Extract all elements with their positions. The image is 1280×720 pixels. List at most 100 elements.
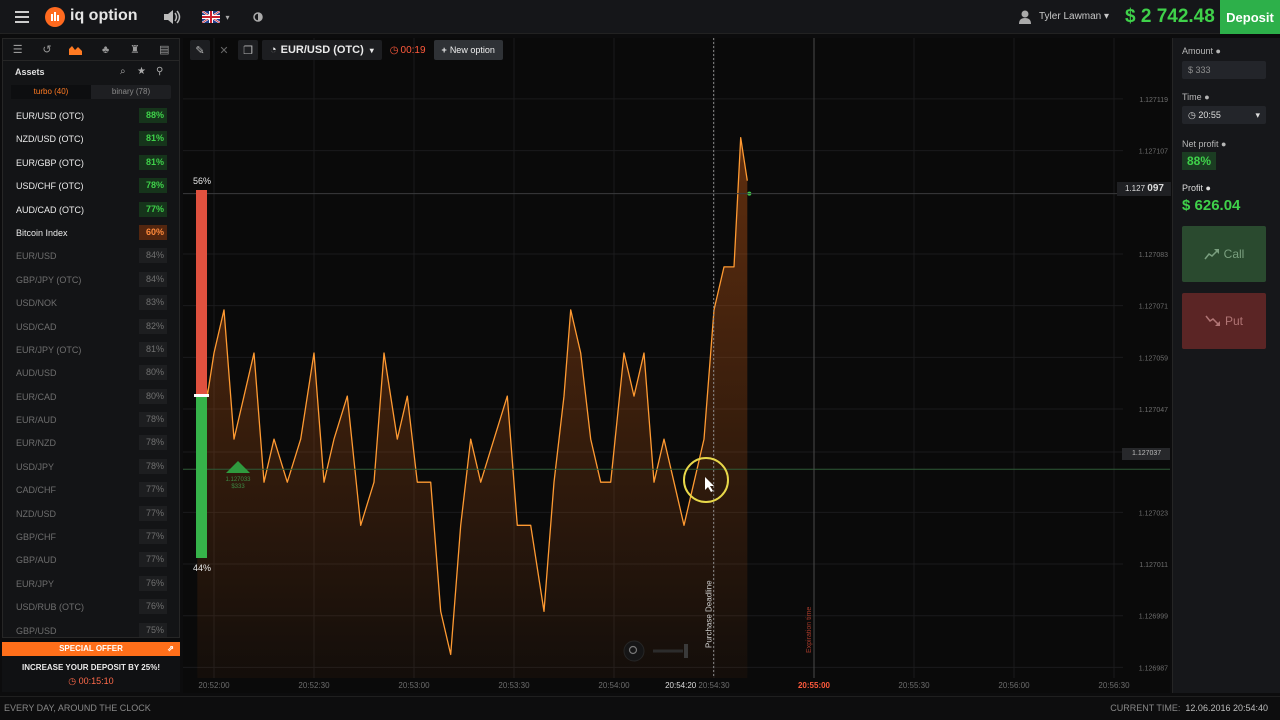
asset-name: EUR/JPY (OTC) <box>16 344 82 355</box>
chart-tab-icon[interactable] <box>62 39 91 60</box>
user-name[interactable]: Tyler Lawman ▾ <box>1039 11 1109 22</box>
asset-row[interactable]: GBP/JPY (OTC) 84% <box>3 269 179 292</box>
asset-row[interactable]: EUR/JPY 76% <box>3 573 179 596</box>
zoom-handle <box>684 644 688 658</box>
asset-name: CAD/CHF <box>16 485 56 496</box>
star-icon[interactable]: ★ <box>137 66 146 77</box>
asset-row[interactable]: GBP/USD 75% <box>3 620 179 637</box>
profit-value: $ 626.04 <box>1182 197 1241 214</box>
asset-row[interactable]: EUR/CAD 80% <box>3 386 179 409</box>
asset-row[interactable]: USD/CAD 82% <box>3 316 179 339</box>
put-percent: 56% <box>193 176 211 186</box>
asset-name: GBP/CHF <box>16 532 57 543</box>
y-tick-label: 1.127047 <box>1139 407 1168 414</box>
chevron-down-icon: ▾ <box>225 12 230 22</box>
call-percent: 44% <box>193 563 211 573</box>
clock-icon: ◷ <box>1188 110 1196 120</box>
language-flag-icon[interactable]: ▾ <box>200 6 232 28</box>
asset-name: GBP/USD <box>16 625 57 636</box>
info-icon: ● <box>1215 46 1221 56</box>
asset-payout: 78% <box>139 435 167 451</box>
x-tick-label: 20:53:30 <box>498 681 530 690</box>
sound-icon[interactable] <box>162 6 184 28</box>
binary-tab[interactable]: binary (78) <box>91 85 171 99</box>
asset-row[interactable]: AUD/USD 80% <box>3 362 179 385</box>
asset-row[interactable]: Bitcoin Index 60% <box>3 222 179 245</box>
asset-name: USD/JPY <box>16 461 55 472</box>
turbo-tab[interactable]: turbo (40) <box>11 85 91 99</box>
special-offer[interactable]: SPECIAL OFFER ⇗ INCREASE YOUR DEPOSIT BY… <box>2 642 180 692</box>
y-tick-label: 1.127083 <box>1139 252 1168 259</box>
asset-payout: 83% <box>139 295 167 311</box>
trophy-icon[interactable]: ♜ <box>120 39 149 60</box>
asset-row[interactable]: EUR/GBP (OTC) 81% <box>3 152 179 175</box>
assets-title: Assets <box>15 67 45 77</box>
asset-payout: 80% <box>139 365 167 381</box>
assets-panel: ☰ ↺ ♣ ♜ ▤ Assets ⌕ ★ ⚲ turbo (40) binary… <box>2 38 180 638</box>
history-icon[interactable]: ↺ <box>32 39 61 60</box>
asset-row[interactable]: CAD/CHF 77% <box>3 479 179 502</box>
pair-selector[interactable]: ◔ EUR/USD (OTC) ▾ <box>262 40 382 60</box>
price-area <box>197 137 748 678</box>
asset-payout: 78% <box>139 412 167 428</box>
asset-row[interactable]: EUR/AUD 78% <box>3 409 179 432</box>
asset-row[interactable]: GBP/CHF 77% <box>3 526 179 549</box>
search-icon[interactable]: ⌕ <box>120 66 126 77</box>
asset-row[interactable]: EUR/USD (OTC) 88% <box>3 105 179 128</box>
time-select[interactable]: ◷ 20:55 ▾ <box>1182 106 1266 124</box>
users-icon[interactable]: ♣ <box>91 39 120 60</box>
asset-payout: 81% <box>139 154 167 170</box>
asset-row[interactable]: USD/JPY 78% <box>3 456 179 479</box>
time-label: Time ● <box>1182 92 1210 102</box>
call-button[interactable]: Call <box>1182 226 1266 282</box>
asset-name: Bitcoin Index <box>16 227 68 238</box>
copy-icon[interactable]: ❐ <box>238 40 258 60</box>
put-sentiment-bar <box>196 190 207 396</box>
deposit-button[interactable]: Deposit <box>1220 0 1280 34</box>
asset-payout: 78% <box>139 458 167 474</box>
asset-row[interactable]: AUD/CAD (OTC) 77% <box>3 199 179 222</box>
pin-icon[interactable]: ⚲ <box>156 66 163 77</box>
asset-name: EUR/AUD <box>16 415 57 426</box>
menu-icon[interactable] <box>12 6 32 28</box>
offer-text: INCREASE YOUR DEPOSIT BY 25%! <box>22 663 160 672</box>
chevron-down-icon: ▾ <box>369 45 374 55</box>
asset-name: USD/CHF (OTC) <box>16 181 84 192</box>
new-option-button[interactable]: + New option <box>433 40 503 60</box>
y-tick-label: 1.126999 <box>1139 614 1168 621</box>
x-tick-label: 20:56:30 <box>1098 681 1130 690</box>
asset-row[interactable]: NZD/USD (OTC) 81% <box>3 128 179 151</box>
amount-input[interactable]: $ 333 <box>1182 61 1266 79</box>
logo-text: iq option <box>70 7 138 24</box>
info-icon: ● <box>1205 183 1211 193</box>
asset-row[interactable]: USD/NOK 83% <box>3 292 179 315</box>
clock-icon: ◷ <box>389 44 399 56</box>
current-price-tag: 1.127 097 <box>1117 182 1171 196</box>
asset-name: EUR/USD <box>16 251 57 262</box>
asset-row[interactable]: EUR/USD 84% <box>3 245 179 268</box>
asset-row[interactable]: EUR/JPY (OTC) 81% <box>3 339 179 362</box>
asset-name: EUR/USD (OTC) <box>16 111 84 121</box>
zoom-icon <box>623 640 645 662</box>
menu-icon[interactable]: ☰ <box>3 39 32 60</box>
pencil-icon[interactable]: ✎ <box>190 40 210 60</box>
panel-tabs: ☰ ↺ ♣ ♜ ▤ <box>3 39 179 61</box>
news-icon[interactable]: ▤ <box>150 39 179 60</box>
x-tick-label: 20:54:20 <box>665 681 697 690</box>
brightness-icon[interactable] <box>250 6 266 28</box>
price-chart[interactable]: 20:52:00 20:52:30 20:53:00 20:53:30 20:54:00… <box>183 38 1170 693</box>
chart-area[interactable]: 20:52:00 20:52:30 20:53:00 20:53:30 20:54:00… <box>183 38 1170 693</box>
x-tick-label: 20:55:00 <box>798 681 831 690</box>
asset-row[interactable]: USD/RUB (OTC) 76% <box>3 596 179 619</box>
asset-row[interactable]: NZD/USD 77% <box>3 503 179 526</box>
close-icon[interactable]: ✕ <box>214 40 234 60</box>
user-icon[interactable] <box>1018 6 1032 28</box>
asset-row[interactable]: USD/CHF (OTC) 78% <box>3 175 179 198</box>
chart-toolbar: ✎ ✕ ❐ ◔ EUR/USD (OTC) ▾ ◷ 00:19 + New opti… <box>190 40 503 60</box>
asset-row[interactable]: GBP/AUD 77% <box>3 549 179 572</box>
asset-name: GBP/AUD <box>16 555 57 566</box>
external-link-icon[interactable]: ⇗ <box>167 642 174 656</box>
offer-header: SPECIAL OFFER ⇗ <box>2 642 180 656</box>
asset-row[interactable]: EUR/NZD 78% <box>3 432 179 455</box>
put-button[interactable]: Put <box>1182 293 1266 349</box>
